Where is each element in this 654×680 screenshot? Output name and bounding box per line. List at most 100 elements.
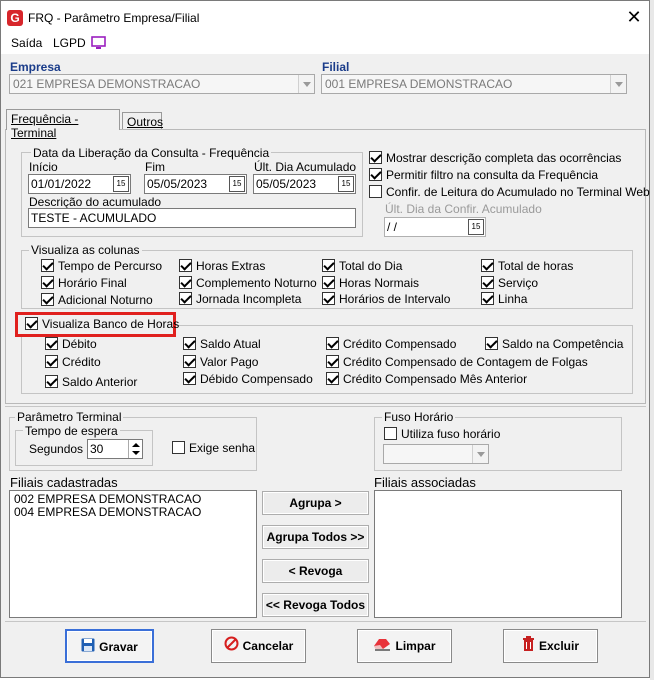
empresa-select[interactable]: 021 EMPRESA DEMONSTRACAO [9, 74, 315, 94]
banco-checkbox[interactable]: Crédito Compensado de Contagem de Folgas [326, 355, 588, 371]
checkbox-checked-icon[interactable] [322, 292, 335, 305]
empresa-label: Empresa [10, 60, 61, 74]
fuso-select[interactable] [383, 444, 489, 464]
calendar-icon[interactable]: 15 [113, 176, 129, 192]
banco-checkbox[interactable]: Crédito [45, 355, 101, 371]
agrupa-button[interactable]: Agrupa > [262, 491, 369, 515]
fim-date-input[interactable]: 05/05/2023 15 [144, 174, 247, 194]
banco-checkbox[interactable]: Saldo Atual [183, 337, 261, 353]
col-checkbox[interactable]: Linha [481, 292, 527, 308]
checkbox-checked-icon[interactable] [369, 168, 382, 181]
filiais-associadas-list[interactable] [374, 490, 622, 618]
tab-outros[interactable]: Outros [122, 112, 163, 130]
checkbox-checked-icon[interactable] [322, 276, 335, 289]
confir-date-input[interactable]: / / 15 [384, 217, 486, 237]
checkbox-unchecked-icon[interactable] [369, 185, 382, 198]
banco-checkbox[interactable]: Débido Compensado [183, 372, 313, 388]
confir-leitura-checkbox[interactable]: Confir. de Leitura do Acumulado no Termi… [369, 185, 650, 201]
monitor-icon[interactable] [91, 36, 106, 53]
col-checkbox[interactable]: Complemento Noturno [179, 276, 317, 292]
calendar-icon[interactable]: 15 [468, 219, 484, 235]
tab-frequencia-terminal[interactable]: Frequência - Terminal [6, 109, 120, 140]
checkbox-checked-icon[interactable] [25, 317, 38, 330]
permitir-filtro-checkbox[interactable]: Permitir filtro na consulta da Frequênci… [369, 168, 598, 184]
banco-checkbox[interactable]: Crédito Compensado [326, 337, 456, 353]
checkbox-checked-icon[interactable] [481, 292, 494, 305]
col-checkbox[interactable]: Horas Normais [322, 276, 419, 292]
checkbox-checked-icon[interactable] [179, 276, 192, 289]
checkbox-unchecked-icon[interactable] [172, 441, 185, 454]
revoga-button[interactable]: < Revoga [262, 559, 369, 583]
spinner-arrows-icon[interactable] [128, 440, 142, 458]
checkbox-checked-icon[interactable] [481, 259, 494, 272]
checkbox-checked-icon[interactable] [179, 259, 192, 272]
banco-checkbox[interactable]: Débito [45, 337, 97, 353]
descricao-value: TESTE - ACUMULADO [31, 211, 157, 225]
checkbox-checked-icon[interactable] [183, 337, 196, 350]
checkbox-checked-icon[interactable] [322, 259, 335, 272]
checkbox-checked-icon[interactable] [326, 337, 339, 350]
checkbox-checked-icon[interactable] [183, 372, 196, 385]
banco-checkbox[interactable]: Crédito Compensado Mês Anterior [326, 372, 527, 388]
checkbox-checked-icon[interactable] [41, 259, 54, 272]
exige-senha-checkbox[interactable]: Exige senha [172, 441, 255, 457]
revoga-todos-button[interactable]: << Revoga Todos [262, 593, 369, 617]
menu-lgpd[interactable]: LGPD [53, 36, 86, 50]
gravar-button[interactable]: Gravar [65, 629, 154, 663]
chevron-down-icon[interactable] [472, 445, 488, 463]
menu-saida[interactable]: Saída [11, 36, 42, 50]
close-button[interactable]: ✕ [623, 7, 645, 29]
limpar-button[interactable]: Limpar [357, 629, 452, 663]
chevron-down-icon[interactable] [298, 75, 314, 93]
col-checkbox[interactable]: Horários de Intervalo [322, 292, 450, 308]
checkbox-checked-icon[interactable] [369, 151, 382, 164]
checkbox-checked-icon[interactable] [326, 355, 339, 368]
banco-checkbox[interactable]: Saldo na Competência [485, 337, 623, 353]
ult-dia-date-input[interactable]: 05/05/2023 15 [253, 174, 356, 194]
checkbox-checked-icon[interactable] [45, 375, 58, 388]
inicio-date-input[interactable]: 01/01/2022 15 [28, 174, 131, 194]
checkbox-checked-icon[interactable] [326, 372, 339, 385]
banco-horas-checkbox[interactable]: Visualiza Banco de Horas [25, 317, 179, 333]
col-checkbox[interactable]: Serviço [481, 276, 538, 292]
app-logo-icon: G [7, 10, 23, 26]
banco-label: Saldo na Competência [502, 337, 624, 351]
limpar-label: Limpar [395, 639, 436, 653]
banco-checkbox[interactable]: Saldo Anterior [45, 375, 137, 391]
checkbox-checked-icon[interactable] [41, 276, 54, 289]
col-checkbox[interactable]: Adicional Noturno [41, 293, 153, 309]
inicio-label: Início [29, 160, 58, 174]
calendar-icon[interactable]: 15 [229, 176, 245, 192]
col-checkbox[interactable]: Total de horas [481, 259, 573, 275]
checkbox-checked-icon[interactable] [41, 293, 54, 306]
checkbox-checked-icon[interactable] [485, 337, 498, 350]
segundos-spinner[interactable]: 30 [87, 439, 143, 459]
descricao-input[interactable]: TESTE - ACUMULADO [28, 208, 356, 228]
chevron-down-icon[interactable] [610, 75, 626, 93]
gravar-label: Gravar [99, 640, 138, 654]
col-checkbox[interactable]: Tempo de Percurso [41, 259, 162, 275]
checkbox-unchecked-icon[interactable] [384, 427, 397, 440]
checkbox-checked-icon[interactable] [179, 292, 192, 305]
col-checkbox[interactable]: Horário Final [41, 276, 127, 292]
utiliza-fuso-checkbox[interactable]: Utiliza fuso horário [384, 427, 500, 443]
banco-checkbox[interactable]: Valor Pago [183, 355, 258, 371]
cancelar-button[interactable]: Cancelar [211, 629, 306, 663]
list-item[interactable]: 004 EMPRESA DEMONSTRACAO [10, 506, 256, 519]
excluir-button[interactable]: Excluir [503, 629, 598, 663]
filial-select[interactable]: 001 EMPRESA DEMONSTRACAO [321, 74, 627, 94]
checkbox-checked-icon[interactable] [45, 355, 58, 368]
agrupa-todos-button[interactable]: Agrupa Todos >> [262, 525, 369, 549]
col-label: Tempo de Percurso [58, 259, 163, 273]
filiais-cadastradas-list[interactable]: 002 EMPRESA DEMONSTRACAO 004 EMPRESA DEM… [9, 490, 257, 618]
segundos-value: 30 [90, 442, 104, 456]
col-checkbox[interactable]: Total do Dia [322, 259, 402, 275]
checkbox-checked-icon[interactable] [183, 355, 196, 368]
calendar-icon[interactable]: 15 [338, 176, 354, 192]
checkbox-checked-icon[interactable] [481, 276, 494, 289]
mostrar-descricao-checkbox[interactable]: Mostrar descrição completa das ocorrênci… [369, 151, 621, 167]
col-checkbox[interactable]: Jornada Incompleta [179, 292, 301, 308]
filiais-cadastradas-label: Filiais cadastradas [10, 475, 118, 490]
col-checkbox[interactable]: Horas Extras [179, 259, 265, 275]
checkbox-checked-icon[interactable] [45, 337, 58, 350]
